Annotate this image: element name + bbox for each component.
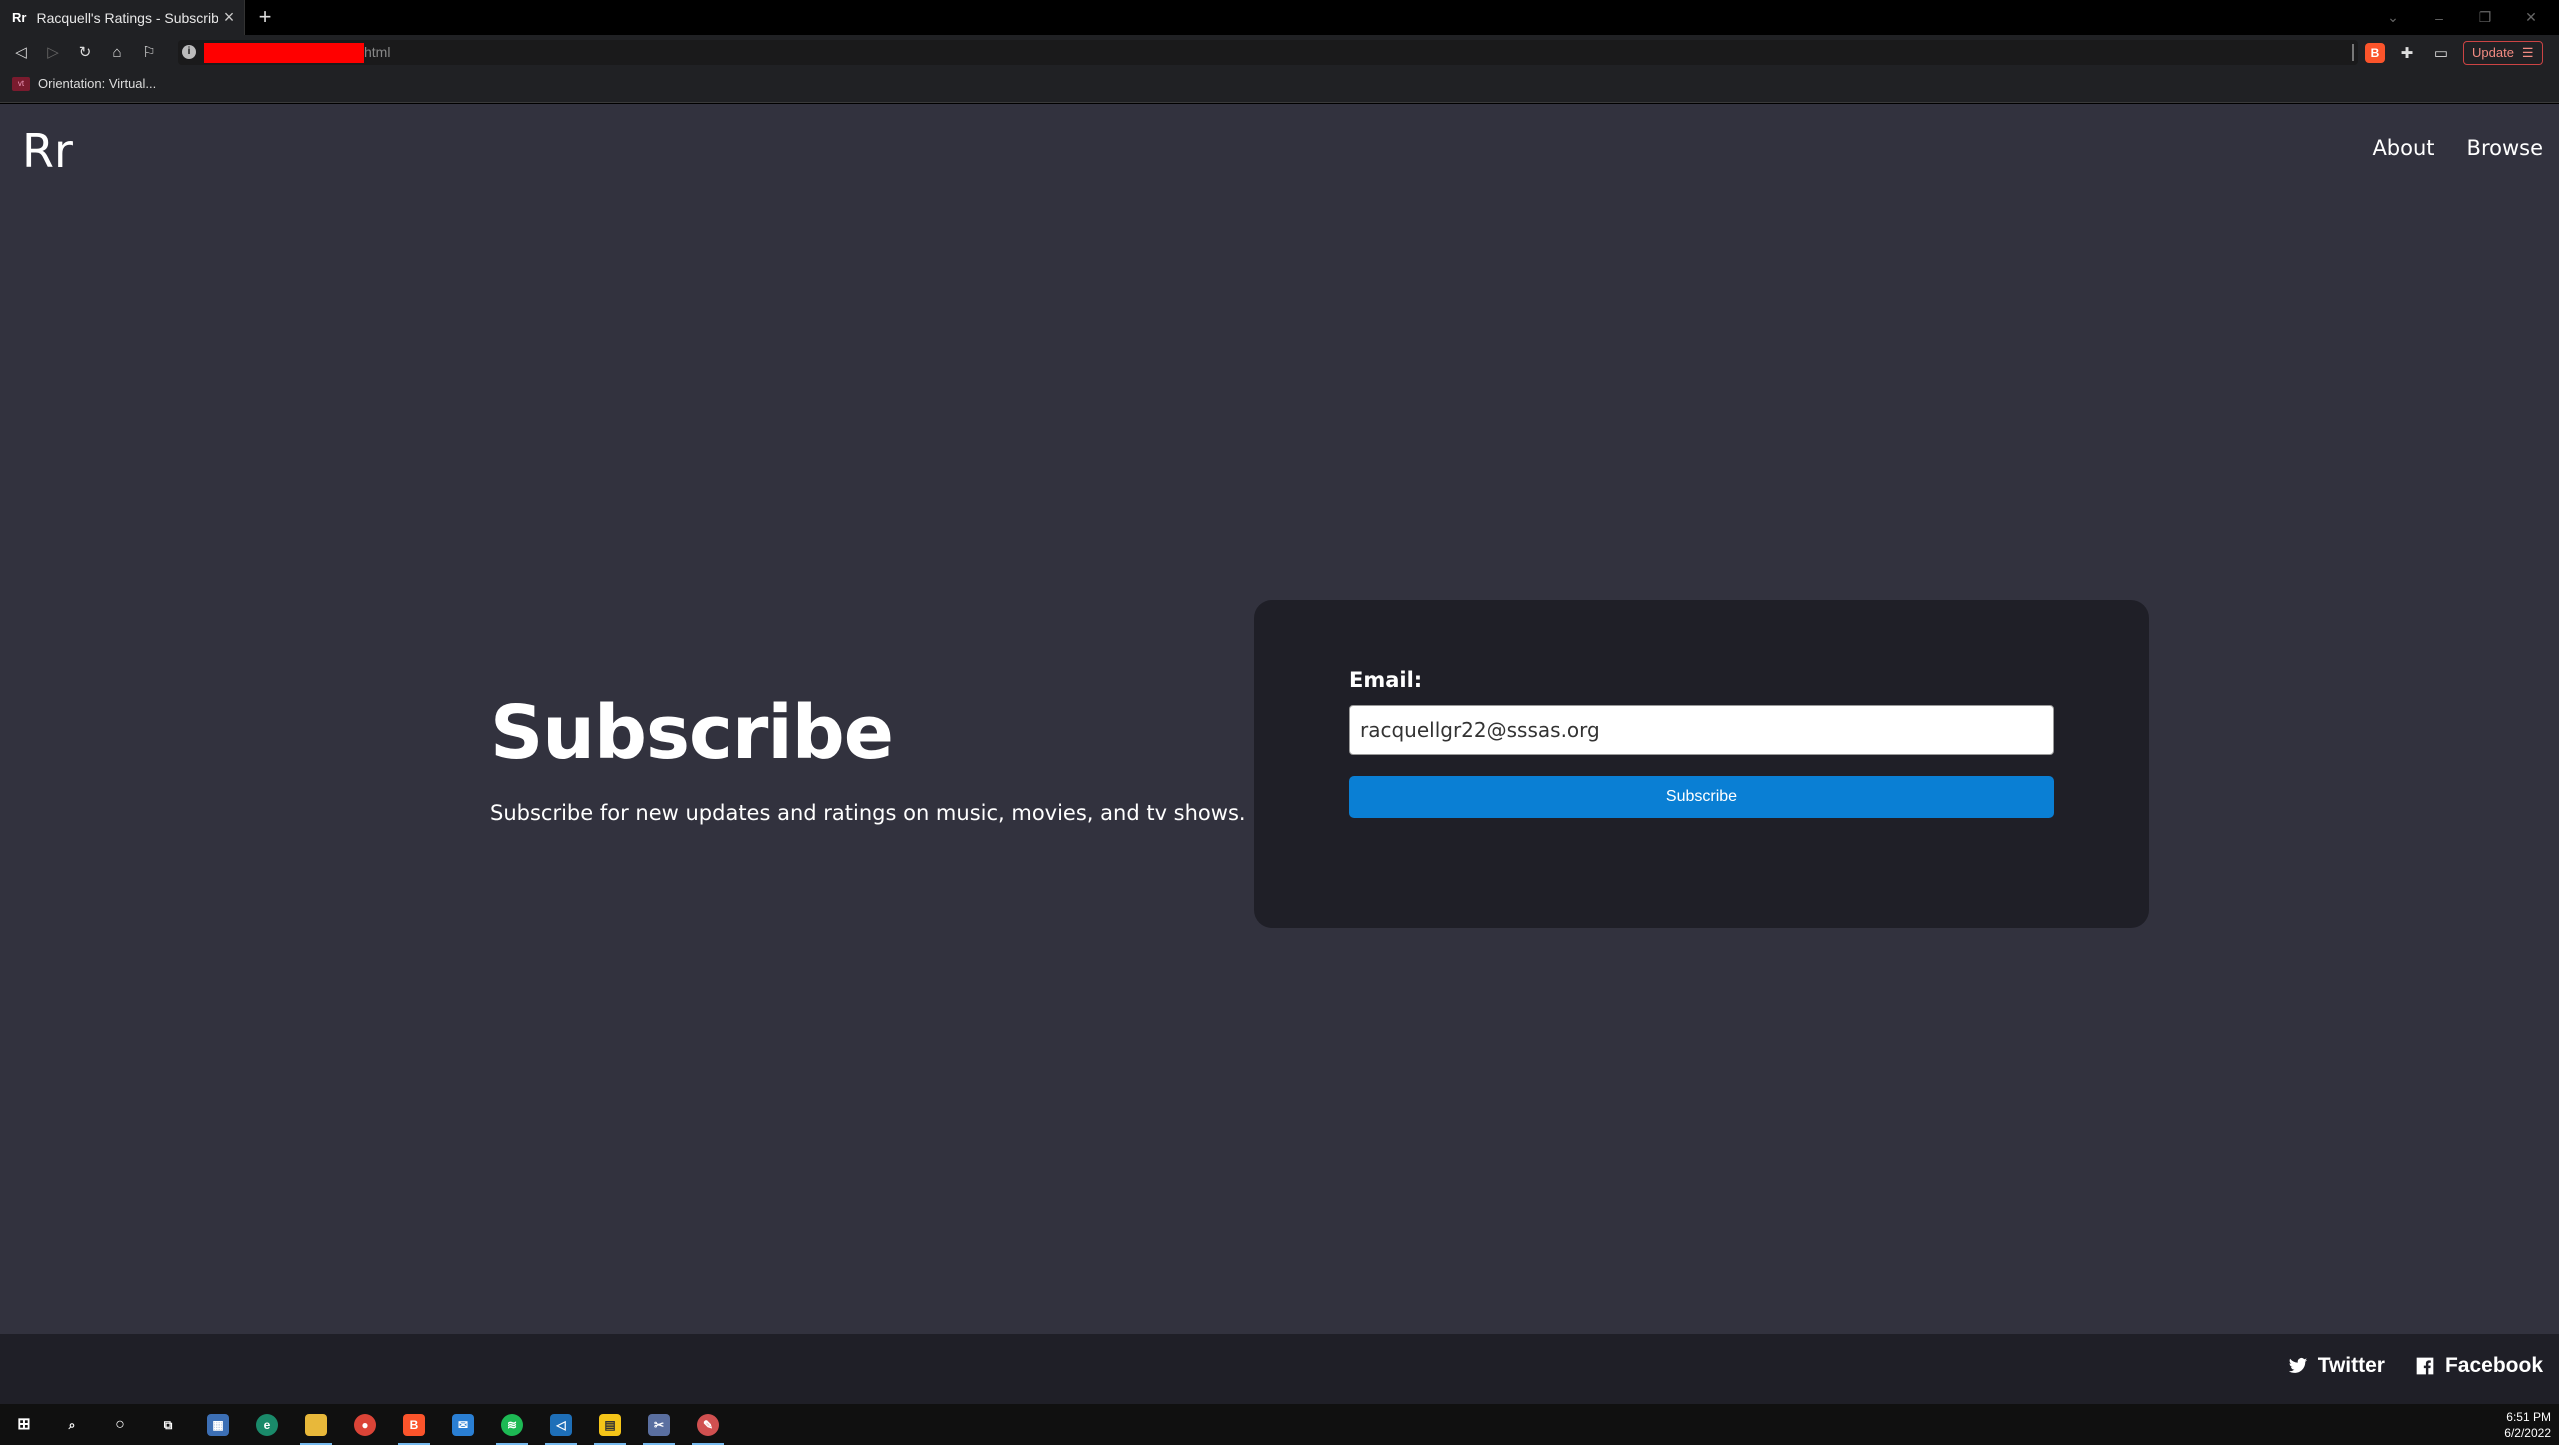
nav-browse-link[interactable]: Browse	[2467, 136, 2543, 160]
tab-search-icon[interactable]: ⌄	[2370, 9, 2416, 26]
tab-title: Racquell's Ratings - Subscribe	[36, 9, 218, 26]
wallet-icon[interactable]: ▭	[2429, 44, 2453, 62]
facebook-label: Facebook	[2444, 1354, 2543, 1377]
spotify-button[interactable]: ≋	[488, 1404, 536, 1445]
browser-toolbar: ◁ ▷ ↻ ⌂ ⚐ i html B ✚ ▭ Update ☰	[0, 35, 2559, 70]
url-divider	[2352, 44, 2354, 61]
edge-button[interactable]: e	[243, 1404, 291, 1445]
brave-icon: B	[403, 1413, 425, 1436]
snipping-tool-button[interactable]: ✂	[635, 1404, 683, 1445]
toolbar-right: B ✚ ▭ Update ☰	[2365, 40, 2543, 65]
close-window-icon[interactable]: ✕	[2508, 9, 2554, 26]
twitter-label: Twitter	[2317, 1354, 2385, 1377]
paint-button[interactable]: ✎	[684, 1404, 732, 1445]
facebook-link[interactable]: Facebook	[2415, 1354, 2543, 1378]
forward-icon[interactable]: ▷	[43, 43, 63, 63]
browser-tab[interactable]: Rr Racquell's Ratings - Subscribe ×	[0, 0, 245, 35]
bookmark-favicon-icon: vt	[12, 76, 30, 91]
facebook-icon	[2416, 1357, 2434, 1375]
url-text: html	[364, 44, 391, 60]
update-label: Update	[2472, 45, 2514, 60]
restore-icon[interactable]: ❐	[2462, 9, 2508, 26]
chrome-icon: ●	[354, 1413, 376, 1436]
vscode-button[interactable]: ◁	[537, 1404, 585, 1445]
snipping-tool-icon: ✂	[648, 1413, 670, 1436]
tab-favicon: Rr	[12, 10, 27, 25]
social-links: Twitter Facebook	[2288, 1354, 2543, 1378]
bookmarks-bar: vt Orientation: Virtual...	[0, 70, 2559, 103]
bookmark-icon[interactable]: ⚐	[139, 43, 159, 63]
site-footer: Twitter Facebook	[0, 1334, 2559, 1404]
page: Rr About Browse Subscribe Subscribe for …	[0, 104, 2559, 1334]
paint-icon: ✎	[697, 1413, 719, 1436]
back-icon[interactable]: ◁	[11, 43, 31, 63]
brave-taskbar-button[interactable]: B	[390, 1404, 438, 1445]
clock-time: 6:51 PM	[2506, 1410, 2551, 1424]
edge-icon: e	[256, 1413, 278, 1436]
update-button[interactable]: Update ☰	[2463, 40, 2543, 65]
twitter-link[interactable]: Twitter	[2288, 1354, 2385, 1378]
vscode-icon: ◁	[550, 1413, 572, 1436]
system-clock[interactable]: 6:51 PM 6/2/2022	[2504, 1409, 2551, 1441]
nav-about-link[interactable]: About	[2372, 136, 2434, 160]
file-explorer-button[interactable]	[292, 1404, 340, 1445]
subscribe-card: Email: racquellgr22@sssas.org Subscribe	[1254, 600, 2149, 928]
cortana-icon: ○	[115, 1415, 125, 1433]
menu-icon: ☰	[2521, 44, 2534, 60]
search-icon: ⌕	[68, 1417, 76, 1432]
chrome-button[interactable]: ●	[341, 1404, 389, 1445]
site-nav: About Browse	[2372, 136, 2543, 160]
reload-icon[interactable]: ↻	[75, 43, 95, 63]
mail-button[interactable]: ✉	[439, 1404, 487, 1445]
start-button[interactable]: ⊞	[0, 1404, 48, 1445]
redacted-url	[204, 43, 364, 63]
sticky-notes-button[interactable]: ▤	[586, 1404, 634, 1445]
extensions-icon[interactable]: ✚	[2395, 44, 2419, 62]
cortana-button[interactable]: ○	[96, 1404, 144, 1445]
brave-shields-icon[interactable]: B	[2365, 42, 2385, 63]
bookmark-label: Orientation: Virtual...	[38, 76, 157, 91]
email-field[interactable]: racquellgr22@sssas.org	[1349, 705, 2054, 755]
new-tab-icon[interactable]: +	[252, 4, 278, 30]
minimize-icon[interactable]: –	[2416, 10, 2462, 26]
subscribe-button[interactable]: Subscribe	[1349, 776, 2054, 818]
task-view-button[interactable]: ⧉	[144, 1404, 192, 1445]
mail-icon: ✉	[452, 1413, 474, 1436]
twitter-icon	[2288, 1358, 2307, 1373]
site-logo[interactable]: Rr	[22, 124, 73, 178]
spotify-icon: ≋	[501, 1413, 523, 1436]
windows-icon: ⊞	[17, 1415, 31, 1433]
window-controls: ⌄ – ❐ ✕	[2370, 0, 2554, 35]
close-tab-icon[interactable]: ×	[218, 7, 240, 28]
page-subtitle: Subscribe for new updates and ratings on…	[490, 801, 1246, 825]
search-button[interactable]: ⌕	[48, 1404, 96, 1445]
store-button[interactable]: ▦	[194, 1404, 242, 1445]
address-bar[interactable]: i html	[178, 40, 2358, 65]
site-info-icon[interactable]: i	[182, 45, 196, 59]
bookmark-item[interactable]: vt Orientation: Virtual...	[12, 76, 156, 91]
email-label: Email:	[1349, 668, 1423, 692]
store-icon: ▦	[207, 1413, 229, 1436]
sticky-notes-icon: ▤	[599, 1413, 621, 1436]
folder-icon	[305, 1413, 327, 1436]
home-icon[interactable]: ⌂	[107, 43, 127, 63]
clock-date: 6/2/2022	[2504, 1426, 2551, 1440]
page-title: Subscribe	[490, 690, 894, 776]
task-view-icon: ⧉	[163, 1417, 173, 1432]
tab-strip: Rr Racquell's Ratings - Subscribe × + ⌄ …	[0, 0, 2559, 35]
taskbar: ⊞ ⌕ ○ ⧉ ▦ e ● B ✉ ≋ ◁ ▤ ✂ ✎ 6:51 PM 6/2/…	[0, 1404, 2559, 1445]
